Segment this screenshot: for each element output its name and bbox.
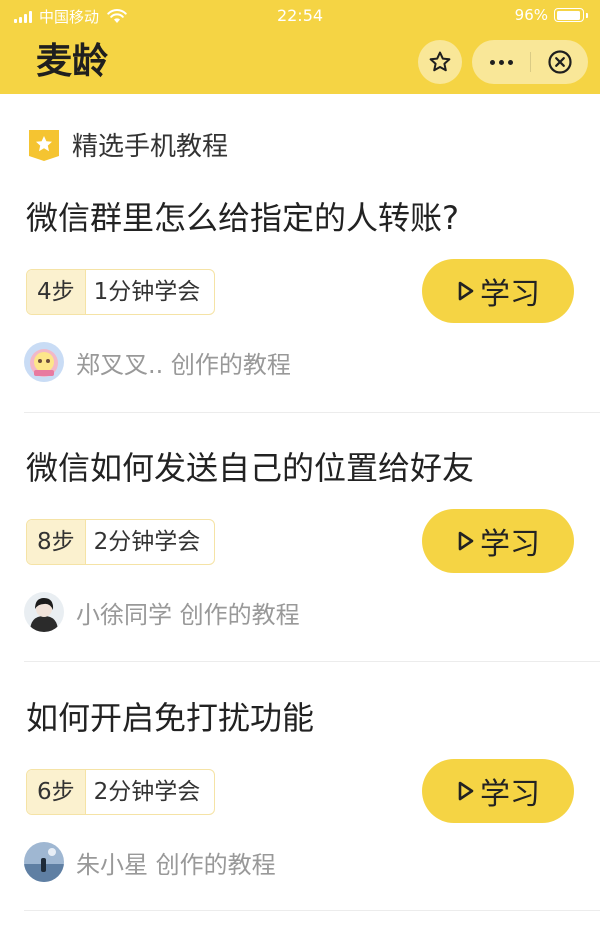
step-count: 8步 xyxy=(27,520,85,564)
status-right: 96% xyxy=(515,6,588,24)
learn-button[interactable]: 学习 xyxy=(422,509,574,573)
author-text: 朱小星 创作的教程 xyxy=(76,850,276,879)
step-count: 6步 xyxy=(27,770,85,814)
divider xyxy=(24,661,600,662)
author-text: 小徐同学 创作的教程 xyxy=(76,600,300,629)
divider xyxy=(24,910,600,911)
duration: 2分钟学会 xyxy=(84,520,215,564)
star-badge-icon xyxy=(29,129,59,161)
duration: 1分钟学会 xyxy=(84,270,215,314)
tutorial-card[interactable]: 微信如何发送自己的位置给好友 8步 2分钟学会 学习 小徐同学 创作的教程 xyxy=(0,445,600,695)
status-time: 22:54 xyxy=(276,6,324,25)
star-icon xyxy=(429,51,451,72)
avatar xyxy=(24,342,64,382)
tutorial-meta: 4步 1分钟学会 xyxy=(26,269,216,315)
play-icon xyxy=(458,281,474,301)
author[interactable]: 朱小星 创作的教程 xyxy=(24,842,276,882)
learn-button[interactable]: 学习 xyxy=(422,259,574,323)
nav-header: 中国移动 22:54 96% 麦龄 xyxy=(0,0,600,94)
avatar xyxy=(24,592,64,632)
author[interactable]: 郑叉叉.. 创作的教程 xyxy=(24,342,291,382)
battery-percent: 96% xyxy=(514,6,548,24)
section-header: 精选手机教程 xyxy=(26,126,228,163)
more-icon xyxy=(489,59,495,65)
play-icon xyxy=(458,781,474,801)
play-icon xyxy=(458,531,474,551)
tutorial-meta: 8步 2分钟学会 xyxy=(26,519,216,565)
battery-cap xyxy=(586,12,588,18)
learn-label: 学习 xyxy=(480,777,540,812)
section-title: 精选手机教程 xyxy=(72,132,229,162)
close-icon xyxy=(547,50,572,74)
learn-label: 学习 xyxy=(480,277,540,312)
status-bar: 中国移动 22:54 96% xyxy=(0,0,600,32)
miniprogram-capsule xyxy=(472,40,588,84)
tutorial-title[interactable]: 如何开启免打扰功能 xyxy=(26,695,314,741)
page-title: 麦龄 xyxy=(36,41,109,82)
duration: 2分钟学会 xyxy=(84,770,215,814)
tutorial-card[interactable]: 如何开启免打扰功能 6步 2分钟学会 学习 朱小星 创作的教程 xyxy=(0,695,600,945)
more-button[interactable] xyxy=(472,40,530,84)
learn-button[interactable]: 学习 xyxy=(422,759,574,823)
battery-icon xyxy=(554,8,584,22)
avatar xyxy=(24,842,64,882)
author[interactable]: 小徐同学 创作的教程 xyxy=(24,592,300,632)
tutorial-title[interactable]: 微信群里怎么给指定的人转账? xyxy=(26,195,459,241)
learn-label: 学习 xyxy=(480,527,540,562)
close-button[interactable] xyxy=(531,40,588,84)
tutorial-card[interactable]: 微信群里怎么给指定的人转账? 4步 1分钟学会 学习 郑叉叉.. 创作的教程 xyxy=(0,195,600,445)
step-count: 4步 xyxy=(27,270,85,314)
tutorial-title[interactable]: 微信如何发送自己的位置给好友 xyxy=(26,445,474,491)
favorite-button[interactable] xyxy=(418,40,462,84)
divider xyxy=(24,412,600,413)
tutorial-meta: 6步 2分钟学会 xyxy=(26,769,216,815)
author-text: 郑叉叉.. 创作的教程 xyxy=(76,350,291,379)
